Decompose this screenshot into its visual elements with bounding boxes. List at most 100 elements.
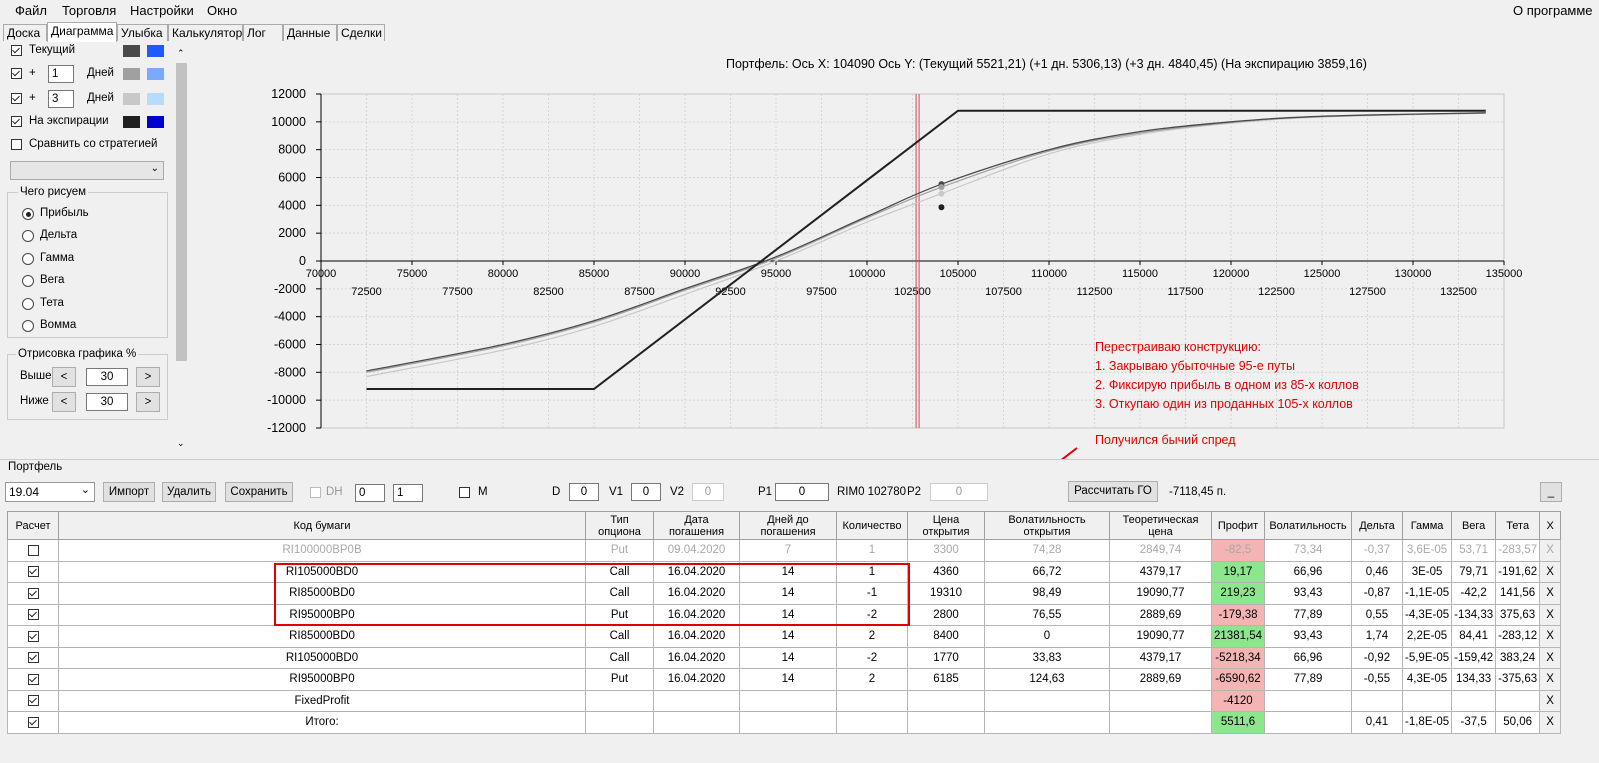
table-row[interactable]: RI105000BD0 Call 16.04.2020 14 1 4360 66,72 437… (7, 560, 1562, 583)
row-calc-checkbox[interactable] (27, 587, 39, 599)
row-remove-button[interactable]: X (1539, 668, 1562, 691)
calc-go-button[interactable]: Рассчитать ГО (1068, 481, 1158, 502)
cell-code[interactable]: RI100000BP0B (58, 539, 586, 562)
menu-about[interactable]: О программе (1513, 3, 1593, 18)
table-row[interactable]: RI85000BD0 Call 16.04.2020 14 -1 19310 98,49 19… (7, 582, 1562, 605)
row-remove-button[interactable]: X (1539, 603, 1562, 626)
v2-input[interactable]: 0 (692, 483, 724, 501)
left-panel-scrollbar[interactable]: ⌃ ⌄ (175, 48, 188, 452)
cell-code[interactable]: RI95000BP0 (58, 603, 586, 626)
tab-data[interactable]: Данные (283, 24, 337, 41)
cell-code[interactable]: RI105000BD0 (58, 560, 586, 583)
row-calc-cell[interactable] (7, 539, 59, 562)
plus3-checkbox[interactable] (11, 93, 22, 104)
above-input[interactable]: 30 (86, 368, 128, 386)
table-row[interactable]: Итого: 5511,6 0,41 -1,8E-05 -37,5 50,06 X (7, 711, 1562, 734)
col-date[interactable]: Дата погашения (653, 511, 740, 540)
row-calc-checkbox[interactable] (27, 716, 39, 728)
payoff-chart[interactable]: Портфель: Ось X: 104090 Ось Y: (Текущий … (193, 50, 1593, 460)
tab-log[interactable]: Лог (243, 24, 283, 41)
row-calc-cell[interactable] (7, 560, 59, 583)
row-remove-button[interactable]: X (1539, 646, 1562, 669)
row-calc-cell[interactable] (7, 625, 59, 648)
above-decrease-button[interactable]: < (52, 367, 76, 387)
table-row[interactable]: RI100000BP0B Put 09.04.2020 7 1 3300 74,28 2849… (7, 539, 1562, 562)
row-remove-button[interactable]: X (1539, 625, 1562, 648)
table-row[interactable]: RI105000BD0 Call 16.04.2020 14 -2 1770 33,83 43… (7, 646, 1562, 669)
above-increase-button[interactable]: > (136, 367, 160, 387)
d1-color-dark[interactable] (123, 68, 140, 80)
p1-input[interactable]: 0 (775, 483, 829, 501)
row-calc-checkbox[interactable] (27, 566, 39, 578)
cell-code[interactable]: RI85000BD0 (58, 625, 586, 648)
compare-checkbox[interactable] (11, 139, 22, 150)
days3-input[interactable]: 3 (48, 90, 74, 108)
row-calc-cell[interactable] (7, 711, 59, 734)
v1-input[interactable]: 0 (631, 483, 661, 501)
radio-vega[interactable] (22, 275, 34, 287)
tab-diagram[interactable]: Диаграмма (47, 22, 117, 42)
dh-checkbox[interactable] (310, 487, 321, 498)
strategy-dropdown[interactable]: ⌄ (10, 161, 164, 180)
d1-color-light[interactable] (147, 68, 164, 80)
col-code[interactable]: Код бумаги (58, 511, 586, 540)
col-calc[interactable]: Расчет (7, 511, 59, 540)
p2-input[interactable]: 0 (930, 483, 988, 501)
col-theo[interactable]: Теоретическая цена (1109, 511, 1212, 540)
col-delta[interactable]: Дельта (1351, 511, 1403, 540)
col-price[interactable]: Цена открытия (907, 511, 985, 540)
row-calc-cell[interactable] (7, 646, 59, 669)
row-calc-checkbox[interactable] (27, 630, 39, 642)
menu-file[interactable]: Файл (15, 3, 47, 18)
scroll-thumb[interactable] (176, 63, 187, 361)
radio-vomma[interactable] (22, 320, 34, 332)
table-row[interactable]: RI95000BP0 Put 16.04.2020 14 -2 2800 76,55 2889… (7, 603, 1562, 626)
import-button[interactable]: Импорт (103, 482, 155, 502)
tab-smile[interactable]: Улыбка (117, 24, 168, 41)
row-calc-cell[interactable] (7, 689, 59, 712)
row-calc-cell[interactable] (7, 582, 59, 605)
current-checkbox[interactable] (11, 45, 22, 56)
row-remove-button[interactable]: X (1539, 711, 1562, 734)
portfolio-date-select[interactable]: 19.04 ⌄ (5, 482, 95, 502)
menu-settings[interactable]: Настройки (130, 3, 194, 18)
save-button[interactable]: Сохранить (225, 482, 293, 502)
row-calc-cell[interactable] (7, 668, 59, 691)
scroll-down-icon[interactable]: ⌄ (177, 438, 185, 449)
current-color-light[interactable] (147, 45, 164, 57)
row-remove-button[interactable]: X (1539, 560, 1562, 583)
col-gamma[interactable]: Гамма (1401, 511, 1453, 540)
radio-delta[interactable] (22, 230, 34, 242)
col-vega[interactable]: Вега (1451, 511, 1497, 540)
row-calc-checkbox[interactable] (27, 673, 39, 685)
col-type[interactable]: Тип опциона (585, 511, 654, 540)
cell-code[interactable]: RI85000BD0 (58, 582, 586, 605)
row-calc-cell[interactable] (7, 603, 59, 626)
col-days[interactable]: Дней до погашения (739, 511, 837, 540)
menu-window[interactable]: Окно (207, 3, 237, 18)
exp-color-light[interactable] (147, 116, 164, 128)
col-qty[interactable]: Количество (836, 511, 908, 540)
radio-gamma[interactable] (22, 253, 34, 265)
col-vol-open[interactable]: Волатильность открытия (984, 511, 1110, 540)
expiry-checkbox[interactable] (11, 116, 22, 127)
below-input[interactable]: 30 (86, 393, 128, 411)
days1-input[interactable]: 1 (48, 65, 74, 83)
below-decrease-button[interactable]: < (52, 392, 76, 412)
table-row[interactable]: FixedProfit -4120 X (7, 689, 1562, 712)
row-calc-checkbox[interactable] (27, 544, 39, 556)
col-profit[interactable]: Профит (1211, 511, 1265, 540)
radio-profit[interactable] (22, 208, 34, 220)
col-vol[interactable]: Волатильность (1264, 511, 1352, 540)
dh-input-1[interactable]: 0 (355, 484, 385, 502)
d-input[interactable]: 0 (569, 483, 599, 501)
radio-theta[interactable] (22, 298, 34, 310)
cell-code[interactable]: Итого: (58, 711, 586, 734)
scroll-up-icon[interactable]: ⌃ (177, 48, 185, 59)
tab-calculator[interactable]: Калькулятор (168, 24, 243, 41)
current-color-dark[interactable] (123, 45, 140, 57)
d3-color-light[interactable] (147, 93, 164, 105)
row-remove-button[interactable]: X (1539, 582, 1562, 605)
m-checkbox[interactable] (459, 487, 470, 498)
table-row[interactable]: RI95000BP0 Put 16.04.2020 14 2 6185 124,63 2889… (7, 668, 1562, 691)
